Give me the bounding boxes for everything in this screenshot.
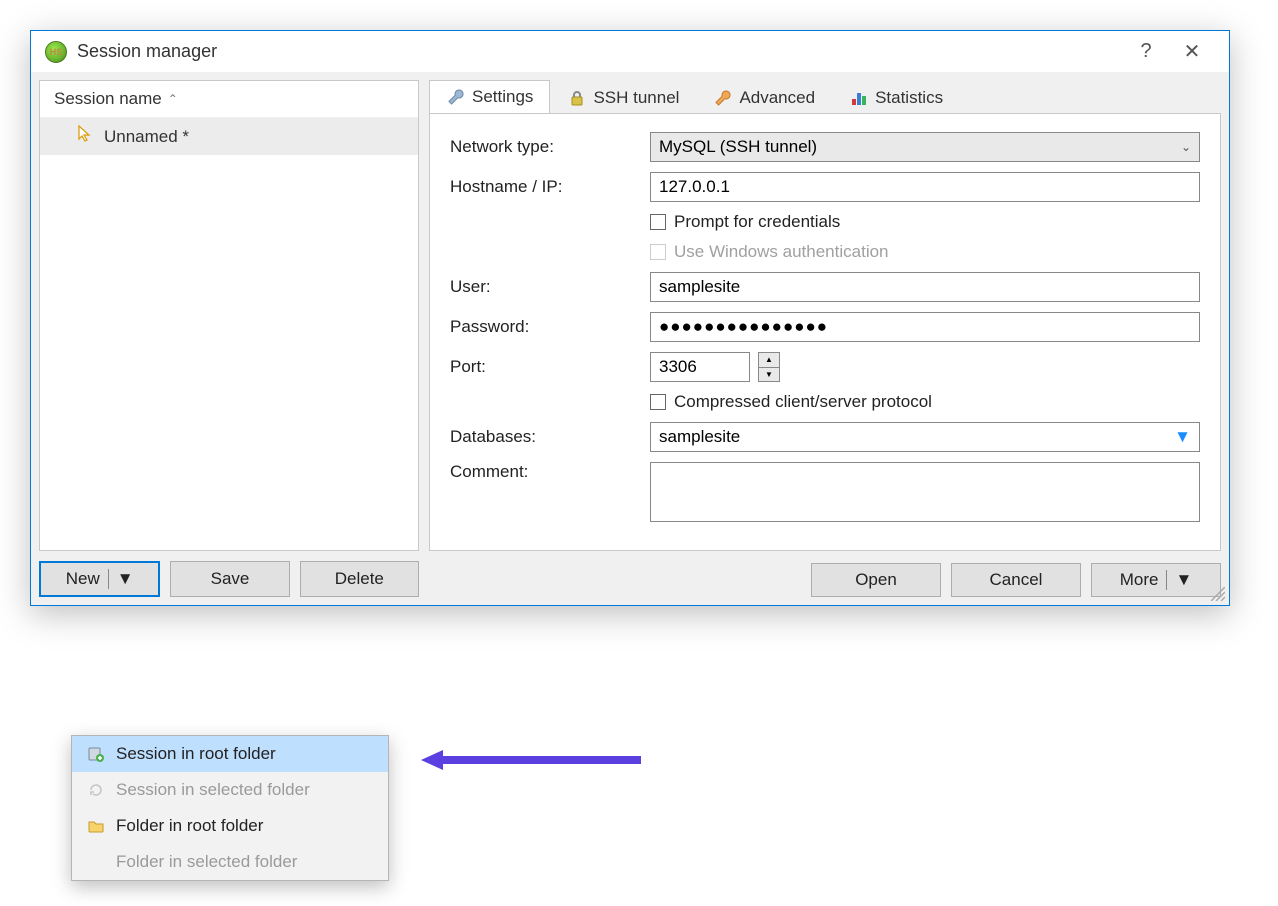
menu-folder-root-label: Folder in root folder — [116, 816, 263, 836]
session-row-label: Unnamed * — [104, 127, 189, 147]
session-list: Session name ⌃ Unnamed * — [39, 80, 419, 551]
comment-label: Comment: — [450, 462, 650, 482]
checkbox-icon — [650, 214, 666, 230]
tab-statistics-label: Statistics — [875, 88, 943, 108]
databases-select[interactable]: samplesite ▼ — [650, 422, 1200, 452]
tab-bar: Settings SSH tunnel Advanced Statistics — [429, 80, 1221, 114]
session-list-header[interactable]: Session name ⌃ — [40, 81, 418, 118]
server-add-icon — [86, 744, 106, 764]
spinner-up-icon[interactable]: ▲ — [759, 353, 779, 368]
hostname-label: Hostname / IP: — [450, 177, 650, 197]
wrench-icon — [446, 87, 466, 107]
close-button[interactable]: ✕ — [1169, 39, 1215, 64]
window-title: Session manager — [77, 41, 1123, 62]
save-button-label: Save — [211, 569, 250, 589]
prompt-credentials-checkbox[interactable]: Prompt for credentials — [650, 212, 1200, 232]
new-button-label: New — [66, 569, 100, 589]
bar-chart-icon — [849, 88, 869, 108]
session-cursor-icon — [76, 124, 96, 149]
tab-settings-label: Settings — [472, 87, 533, 107]
port-spinner[interactable]: ▲▼ — [758, 352, 780, 382]
save-button[interactable]: Save — [170, 561, 289, 597]
menu-session-selected-label: Session in selected folder — [116, 780, 310, 800]
password-label: Password: — [450, 317, 650, 337]
windows-auth-label: Use Windows authentication — [674, 242, 889, 262]
tab-ssh-tunnel[interactable]: SSH tunnel — [550, 81, 696, 114]
menu-folder-root[interactable]: Folder in root folder — [72, 808, 388, 844]
tab-settings[interactable]: Settings — [429, 80, 550, 114]
more-button-label: More — [1120, 570, 1159, 590]
help-button[interactable]: ? — [1123, 40, 1169, 63]
checkbox-disabled-icon — [650, 244, 666, 260]
databases-label: Databases: — [450, 427, 650, 447]
settings-panel: Network type: MySQL (SSH tunnel) ⌄ Hostn… — [429, 113, 1221, 551]
chevron-down-icon: ⌄ — [1181, 140, 1191, 154]
refresh-icon — [86, 780, 106, 800]
menu-session-selected: Session in selected folder — [72, 772, 388, 808]
more-dropdown-icon[interactable]: ▼ — [1166, 570, 1192, 590]
network-type-select[interactable]: MySQL (SSH tunnel) ⌄ — [650, 132, 1200, 162]
prompt-credentials-label: Prompt for credentials — [674, 212, 840, 232]
delete-button[interactable]: Delete — [300, 561, 419, 597]
dropdown-triangle-icon: ▼ — [1174, 427, 1191, 447]
folder-icon — [86, 816, 106, 836]
databases-value: samplesite — [659, 427, 740, 447]
new-dropdown-menu: Session in root folder Session in select… — [71, 735, 389, 881]
network-type-label: Network type: — [450, 137, 650, 157]
menu-session-root[interactable]: Session in root folder — [72, 736, 388, 772]
user-input[interactable] — [650, 272, 1200, 302]
menu-folder-selected: Folder in selected folder — [72, 844, 388, 880]
windows-auth-checkbox: Use Windows authentication — [650, 242, 1200, 262]
compressed-checkbox[interactable]: Compressed client/server protocol — [650, 392, 1200, 412]
open-button-label: Open — [855, 570, 897, 590]
checkbox-icon — [650, 394, 666, 410]
cancel-button[interactable]: Cancel — [951, 563, 1081, 597]
menu-folder-selected-label: Folder in selected folder — [116, 852, 297, 872]
compressed-label: Compressed client/server protocol — [674, 392, 932, 412]
annotation-arrow — [421, 748, 641, 777]
user-label: User: — [450, 277, 650, 297]
tab-ssh-label: SSH tunnel — [593, 88, 679, 108]
resize-grip[interactable] — [1211, 587, 1225, 601]
session-row[interactable]: Unnamed * — [40, 118, 418, 155]
delete-button-label: Delete — [335, 569, 384, 589]
new-dropdown-icon[interactable]: ▼ — [108, 569, 134, 589]
tab-statistics[interactable]: Statistics — [832, 81, 960, 114]
more-button[interactable]: More ▼ — [1091, 563, 1221, 597]
session-manager-window: HS Session manager ? ✕ Session name ⌃ Un… — [30, 30, 1230, 606]
port-input[interactable] — [650, 352, 750, 382]
password-input[interactable] — [650, 312, 1200, 342]
open-button[interactable]: Open — [811, 563, 941, 597]
titlebar: HS Session manager ? ✕ — [31, 31, 1229, 72]
menu-session-root-label: Session in root folder — [116, 744, 276, 764]
session-list-header-label: Session name — [54, 89, 162, 109]
wrench-orange-icon — [713, 88, 733, 108]
lock-icon — [567, 88, 587, 108]
spinner-down-icon[interactable]: ▼ — [759, 368, 779, 382]
comment-textarea[interactable] — [650, 462, 1200, 522]
port-label: Port: — [450, 357, 650, 377]
cancel-button-label: Cancel — [990, 570, 1043, 590]
network-type-value: MySQL (SSH tunnel) — [659, 137, 817, 157]
tab-advanced-label: Advanced — [739, 88, 815, 108]
tab-advanced[interactable]: Advanced — [696, 81, 832, 114]
new-button[interactable]: New ▼ — [39, 561, 160, 597]
sort-asc-icon: ⌃ — [168, 92, 178, 106]
hostname-input[interactable] — [650, 172, 1200, 202]
app-icon: HS — [45, 41, 67, 63]
